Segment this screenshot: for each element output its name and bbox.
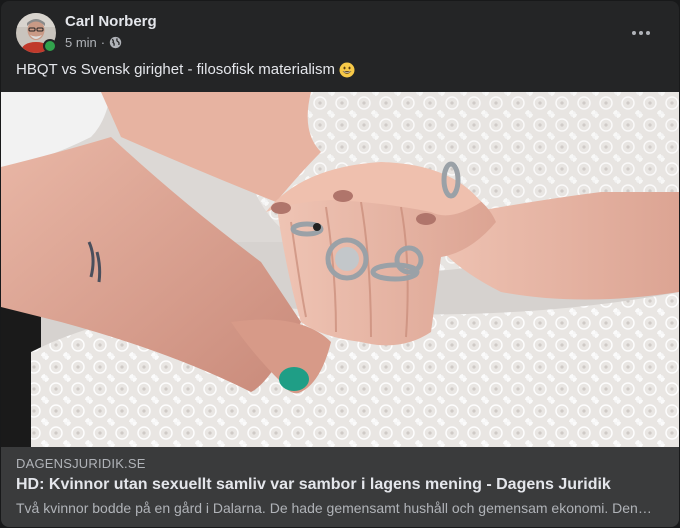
online-status-dot [43, 39, 57, 53]
post-body: HBQT vs Svensk girighet - filosofisk mat… [16, 61, 355, 78]
post-header: Carl Norberg 5 min · [16, 13, 667, 57]
post-meta: 5 min · [65, 35, 122, 50]
link-preview-image[interactable] [1, 92, 679, 447]
more-options-icon [632, 31, 636, 35]
link-preview-footer[interactable]: DAGENSJURIDIK.SE HD: Kvinnor utan sexuel… [1, 447, 679, 527]
feed-post: Carl Norberg 5 min · HBQT vs Svensk giri… [1, 1, 679, 527]
author-avatar[interactable] [16, 13, 57, 53]
link-description: Två kvinnor bodde på en gård i Dalarna. … [16, 500, 652, 516]
globe-icon[interactable] [109, 36, 122, 49]
grinning-face-emoji [339, 62, 355, 77]
post-text: HBQT vs Svensk girighet - filosofisk mat… [16, 61, 335, 78]
hands-with-rings-image [1, 92, 679, 447]
more-options-button[interactable] [629, 25, 653, 41]
post-timestamp[interactable]: 5 min [65, 35, 97, 50]
author-name[interactable]: Carl Norberg [65, 13, 157, 30]
link-title[interactable]: HD: Kvinnor utan sexuellt samliv var sam… [16, 476, 611, 494]
meta-separator: · [100, 35, 106, 50]
link-domain: DAGENSJURIDIK.SE [16, 456, 146, 471]
